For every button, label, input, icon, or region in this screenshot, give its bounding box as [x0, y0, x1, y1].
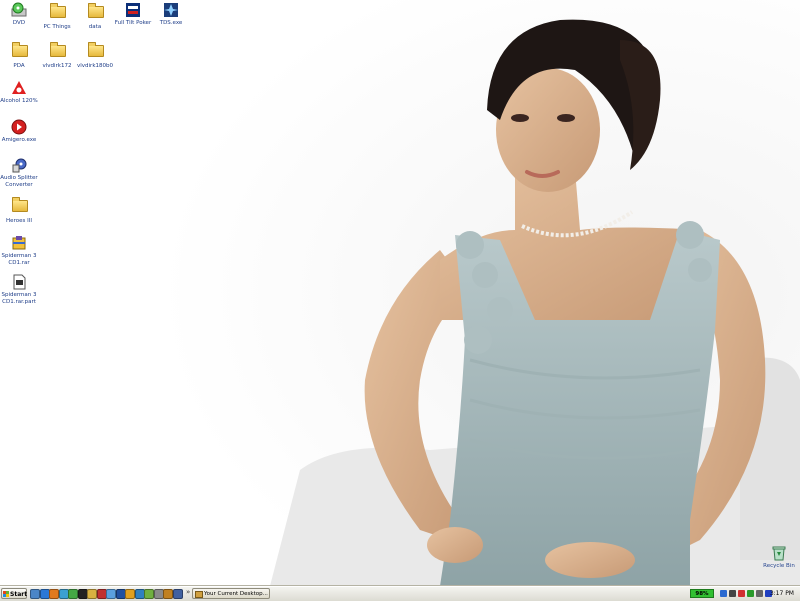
desktop-icon-label: PDA: [13, 63, 25, 69]
desktop-icon-label: data: [88, 24, 102, 30]
desktop[interactable]: DVD PC Things data Full Tilt Poker TDS.e…: [0, 0, 800, 586]
desktop-icon-label: Spiderman 3 CD1.rar: [1, 253, 37, 266]
folder-icon: [11, 197, 28, 216]
app-icon[interactable]: [153, 589, 164, 599]
app-icon[interactable]: [134, 589, 145, 599]
network-icon[interactable]: [720, 590, 727, 597]
app-icon[interactable]: [115, 589, 126, 599]
app-icon[interactable]: [747, 590, 754, 597]
poker-app-icon: [125, 2, 141, 18]
desktop-icon-vlvdirk180b0[interactable]: vlvdirk180b0: [76, 41, 114, 70]
app-icon[interactable]: [163, 589, 173, 599]
audio-icon[interactable]: [729, 590, 736, 597]
windows-logo-icon: [3, 591, 9, 597]
start-button[interactable]: Start: [1, 588, 27, 599]
app-icon[interactable]: [77, 589, 88, 599]
app-icon[interactable]: [144, 589, 154, 599]
explorer-icon[interactable]: [87, 589, 97, 599]
alcohol-120-icon: [11, 80, 27, 96]
desktop-icon-label: vlvdirk180b0: [77, 63, 113, 69]
desktop-icon-audio-splitter[interactable]: Audio Splitter Converter: [0, 157, 38, 188]
desktop-icon-label: TDS.exe: [159, 20, 183, 26]
app-icon[interactable]: [172, 589, 183, 599]
desktop-icon-spiderman-part[interactable]: Spiderman 3 CD1.rar.part: [0, 274, 38, 305]
desktop-icon-label: Audio Splitter Converter: [0, 175, 38, 188]
desktop-icon-data[interactable]: data: [76, 2, 114, 31]
desktop-icon-label: vlvdirk172: [42, 63, 72, 69]
desktop-icon-full-tilt-poker[interactable]: Full Tilt Poker: [114, 2, 152, 27]
start-label: Start: [10, 591, 28, 598]
folder-icon: [11, 42, 28, 61]
firefox-icon[interactable]: [49, 589, 59, 599]
desktop-icon-pda[interactable]: PDA: [0, 41, 38, 70]
document-icon: [11, 274, 27, 290]
alcohol-icon[interactable]: [738, 590, 745, 597]
desktop-icon-amigero[interactable]: Amigero.exe: [0, 119, 38, 144]
app-icon[interactable]: [756, 590, 763, 597]
archive-icon: [11, 235, 27, 251]
media-icon[interactable]: [58, 589, 69, 599]
messenger-icon[interactable]: [68, 589, 78, 599]
quick-launch-bar: [30, 589, 185, 599]
battery-percent: 98%: [695, 591, 709, 597]
dvd-drive-icon: [11, 2, 27, 18]
taskbar-window-button[interactable]: Your Current Desktop...: [192, 588, 270, 599]
folder-icon: [87, 42, 104, 61]
show-desktop-icon[interactable]: [30, 589, 40, 599]
desktop-icon-label: DVD: [12, 20, 26, 26]
clock[interactable]: 3:17 PM: [770, 588, 794, 600]
app-icon[interactable]: [96, 589, 107, 599]
desktop-icon-pc-things[interactable]: PC Things: [38, 2, 76, 31]
system-tray: 98% 3:17 PM: [690, 588, 798, 599]
taskbar-window-title: Your Current Desktop...: [204, 591, 268, 597]
desktop-icon-label: Recycle Bin: [763, 563, 795, 569]
desktop-icon-vlvdirk172[interactable]: vlvdirk172: [38, 41, 76, 70]
desktop-icon-label: Spiderman 3 CD1.rar.part: [1, 292, 37, 305]
ie-icon[interactable]: [39, 589, 50, 599]
battery-indicator[interactable]: 98%: [690, 589, 714, 598]
app-icon: [163, 2, 179, 18]
window-app-icon: [195, 591, 203, 598]
desktop-icon-spiderman-rar[interactable]: Spiderman 3 CD1.rar: [0, 235, 38, 266]
desktop-icon-label: Heroes III: [6, 218, 32, 224]
desktop-icon-label: Alcohol 120%: [0, 98, 38, 104]
desktop-icon-tds[interactable]: TDS.exe: [152, 2, 190, 27]
desktop-icon-label: PC Things: [43, 24, 71, 30]
recycle-bin-icon: [771, 545, 787, 561]
taskbar: Start » Your Current Desktop... 98% 3:17…: [0, 586, 800, 601]
desktop-icon-label: Full Tilt Poker: [114, 20, 152, 26]
music-icon[interactable]: [106, 589, 116, 599]
desktop-icon-label: Amigero.exe: [1, 137, 37, 143]
wallpaper-image: [0, 0, 800, 586]
desktop-icon-recycle-bin[interactable]: Recycle Bin: [760, 545, 798, 570]
desktop-icon-dvd[interactable]: DVD: [0, 2, 38, 27]
quick-launch-chevron[interactable]: »: [186, 588, 190, 596]
desktop-icon-alcohol-120[interactable]: Alcohol 120%: [0, 80, 38, 105]
audio-converter-icon: [11, 157, 27, 173]
folder-icon: [87, 3, 104, 22]
folder-icon: [49, 42, 66, 61]
app-icon[interactable]: [125, 589, 135, 599]
media-player-icon: [11, 119, 27, 135]
folder-icon: [49, 3, 66, 22]
desktop-icon-heroes-iii[interactable]: Heroes III: [0, 196, 38, 225]
